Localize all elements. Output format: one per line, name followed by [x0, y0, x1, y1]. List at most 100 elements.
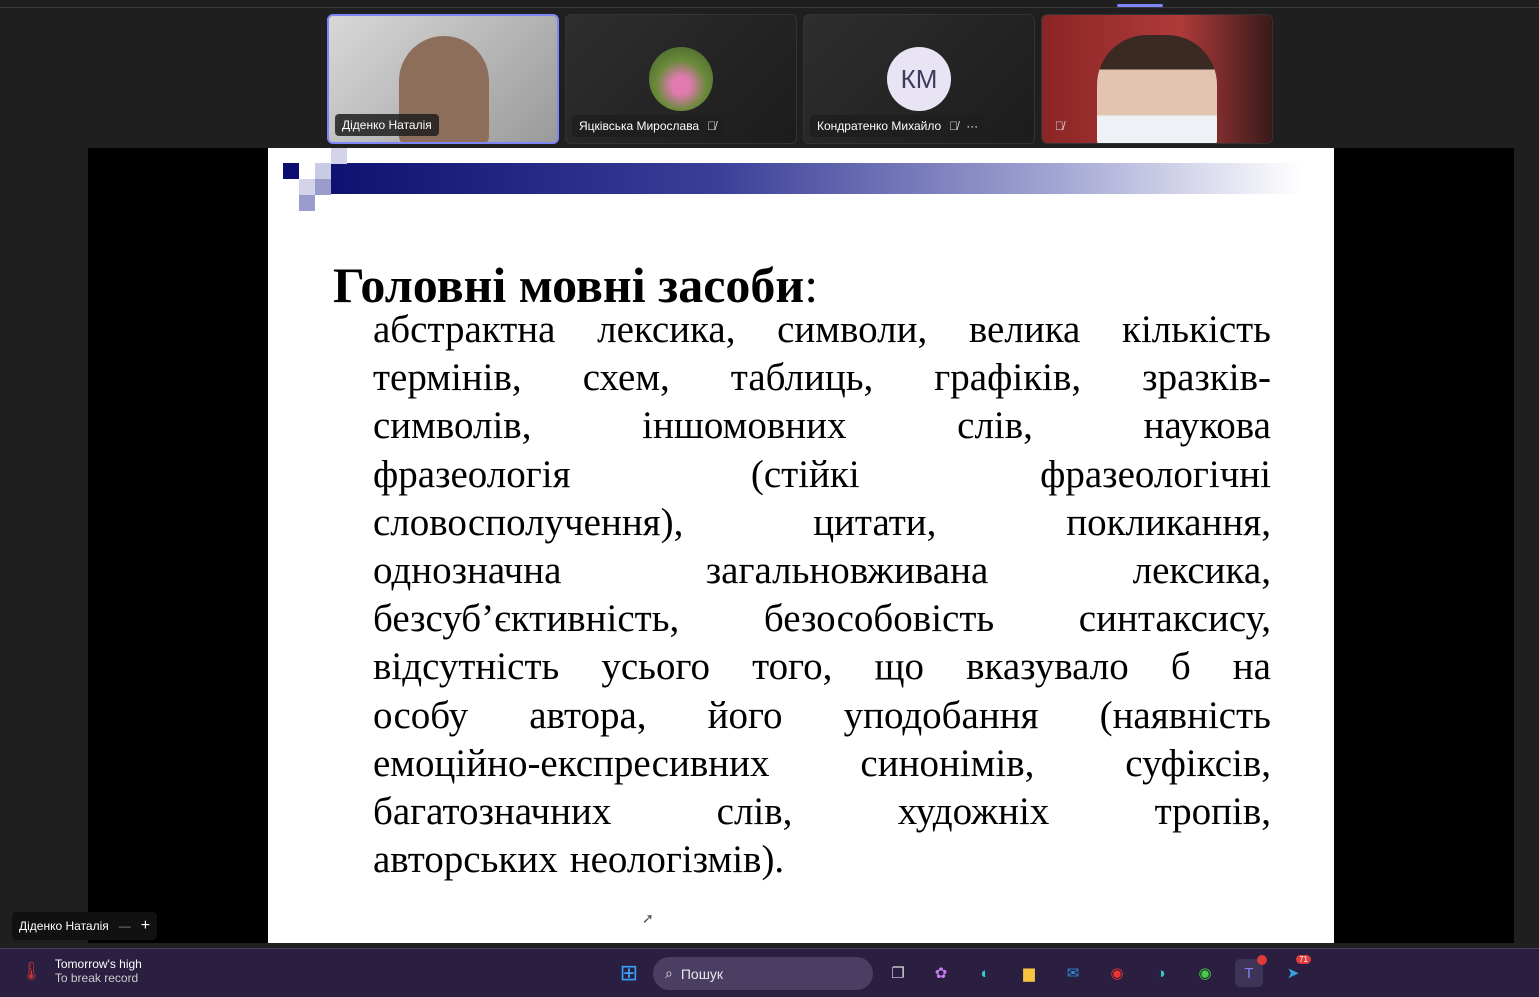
word: відсутність [373, 645, 560, 689]
participant-name-label: Кондратенко Михайло 🎙̸ ··· [810, 115, 986, 137]
word: багатозначних [373, 790, 612, 834]
word: зразків- [1142, 356, 1271, 400]
word: (наявність [1099, 693, 1271, 737]
word: цитати, [813, 500, 937, 544]
weather-widget[interactable]: 🌡 Tomorrow's high To break record [20, 957, 142, 985]
word: схем, [582, 356, 670, 400]
weather-subtitle: To break record [54, 971, 139, 985]
word: тропів, [1154, 790, 1271, 834]
search-icon: ⌕ [665, 965, 673, 981]
word: таблиць, [730, 356, 874, 400]
word: неологізмів). [569, 838, 785, 882]
mouse-cursor-icon: ➚ [642, 910, 654, 926]
file-explorer-icon[interactable]: ▆ [1015, 959, 1043, 987]
chrome-icon[interactable]: ◉ [1103, 959, 1131, 987]
slide-header-bar [331, 163, 1301, 194]
mic-off-icon: 🎙̸ [707, 119, 717, 133]
participant-name: Діденко Наталія [342, 118, 432, 132]
word: безсуб’єктивність, [373, 597, 680, 641]
slide-body-line: відсутність усього того, що вказувало б на [373, 643, 1271, 691]
word: слів, [716, 790, 793, 834]
word: усього [601, 645, 710, 689]
word: символів, [373, 404, 532, 448]
zoom-in-button[interactable]: + [141, 917, 150, 935]
slide-body-line: безсуб’єктивність, безособовість синтаксис… [373, 595, 1271, 643]
word: загальновживана [705, 549, 989, 593]
slide-body-line: абстрактна лексика, символи, велика кількіст… [373, 306, 1271, 354]
slide-body-line: фразеологія (стійкі фразеологічні [373, 451, 1271, 499]
word: графіків, [934, 356, 1082, 400]
word: символи, [777, 308, 928, 351]
slide-body-line: особу автора, його уподобання (наявність [373, 692, 1271, 740]
participant-name-label: 🎙̸ [1048, 115, 1071, 137]
word: особу [373, 693, 469, 737]
word: того, [752, 645, 833, 689]
slide-body: абстрактна лексика, символи, велика кількіст… [373, 306, 1271, 884]
word: що [874, 645, 924, 689]
windows-taskbar: 🌡 Tomorrow's high To break record ⊞ ⌕ Пошу… [0, 948, 1539, 997]
decor-square [331, 148, 347, 164]
word: велика [968, 308, 1081, 351]
mic-off-icon: 🎙̸ [1055, 119, 1064, 133]
meeting-top-bar [0, 0, 1539, 8]
search-placeholder: Пошук [680, 965, 724, 982]
presentation-slide: Головні мовні засоби: абстрактна лексика,… [268, 148, 1334, 943]
slide-title-text: Головні мовні засоби [333, 257, 805, 313]
speaker-name: Діденко Наталія [19, 919, 109, 933]
search-box[interactable]: ⌕ Пошук [653, 957, 873, 990]
thermometer-icon: 🌡 [20, 960, 43, 981]
participant-tile-yatskivska[interactable]: Яцківська Мирослава 🎙̸ [565, 14, 797, 144]
word: кількість [1122, 308, 1271, 351]
start-button[interactable]: ⊞ [615, 959, 643, 987]
more-options-button[interactable]: ··· [966, 119, 978, 133]
word: фразеологія [373, 452, 571, 496]
speaker-label: Діденко Наталія — + [12, 912, 158, 940]
participant-tile-kondratenko[interactable]: КМ Кондратенко Михайло 🎙̸ ··· [803, 14, 1035, 144]
word: (стійкі [750, 452, 860, 496]
slide-title-colon: : [804, 257, 819, 313]
word: лексика, [597, 308, 736, 351]
word: наукова [1143, 404, 1271, 448]
participant-name-label: Яцківська Мирослава 🎙̸ [572, 115, 724, 137]
word: авторських [373, 838, 558, 882]
outlook-icon[interactable]: ✉ [1059, 959, 1087, 987]
word: однозначна [373, 549, 562, 593]
telegram-icon[interactable]: ➤ 71 [1279, 955, 1311, 987]
chrome-profile-icon[interactable]: ◉ [1191, 959, 1219, 987]
edge-dev-icon[interactable]: ◑ [1147, 959, 1175, 987]
word: на [1232, 645, 1271, 689]
slide-body-line: символів, іншомовних слів, наукова [373, 402, 1271, 450]
word: синтаксису, [1078, 597, 1271, 641]
word: його [707, 693, 783, 737]
decor-square [299, 195, 315, 211]
word: синонімів, [860, 741, 1035, 785]
edge-icon[interactable]: ◐ [971, 959, 999, 987]
teams-icon[interactable]: T [1235, 955, 1267, 987]
word: лексика, [1132, 549, 1271, 593]
word: фразеологічні [1040, 452, 1271, 496]
word: словосполучення), [373, 500, 684, 544]
decor-square [315, 179, 331, 195]
avatar [649, 47, 713, 111]
slide-body-line: авторських неологізмів). [373, 836, 1271, 884]
participant-tile-4[interactable]: 🎙̸ [1041, 14, 1273, 144]
telegram-badge: 71 [1296, 955, 1311, 964]
mic-off-icon: 🎙̸ [949, 119, 959, 133]
task-view-icon[interactable]: ❐ [884, 959, 912, 987]
participant-name: Кондратенко Михайло [817, 119, 942, 133]
word: художніх [897, 790, 1050, 834]
weather-title: Tomorrow's high [54, 957, 142, 971]
word: безособовість [763, 597, 995, 641]
notification-dot [1257, 955, 1267, 965]
decor-square [299, 179, 315, 195]
active-tab-indicator [1117, 4, 1163, 7]
participant-tile-didenko[interactable]: Діденко Наталія [327, 14, 559, 144]
copilot-icon[interactable]: ✿ [927, 959, 955, 987]
word: іншомовних [642, 404, 847, 448]
word: абстрактна [373, 308, 556, 351]
word: автора, [529, 693, 647, 737]
word: уподобання [843, 693, 1039, 737]
avatar: КМ [887, 47, 951, 111]
zoom-out-button[interactable]: — [119, 919, 131, 933]
slide-body-line: однозначна загальновживана лексика, [373, 547, 1271, 595]
